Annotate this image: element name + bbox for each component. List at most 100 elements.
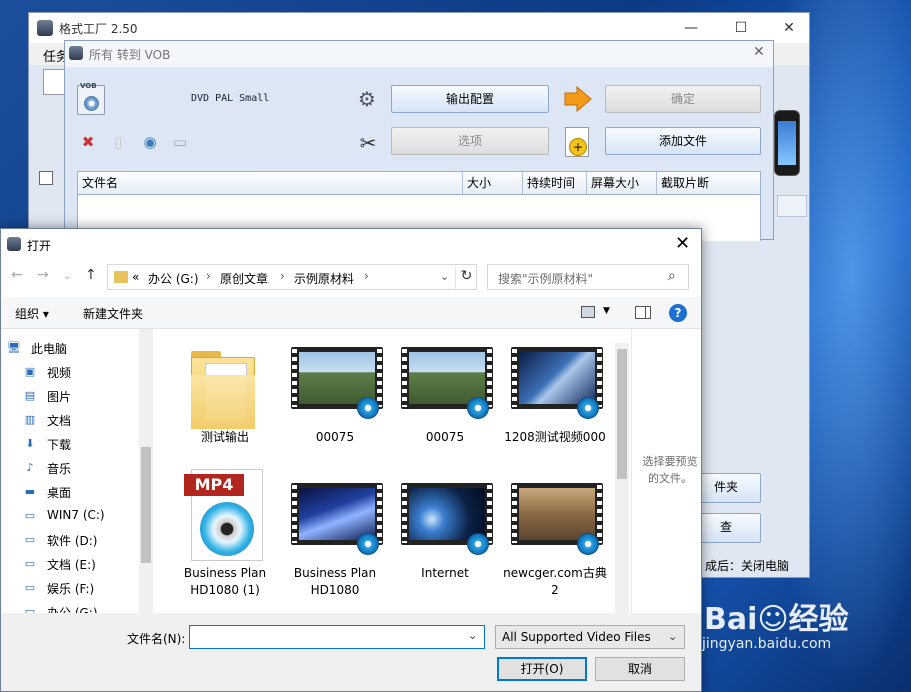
chevron-down-icon[interactable]: ⌄ bbox=[440, 270, 449, 283]
minimize-icon[interactable]: — bbox=[681, 18, 701, 38]
forward-icon[interactable]: → bbox=[37, 267, 49, 283]
dialog-title: 打开 bbox=[27, 239, 52, 253]
file-item[interactable]: 1208测试视频000 bbox=[503, 333, 607, 463]
vob-title-bar: 所有 转到 VOB ✕ bbox=[65, 41, 773, 67]
breadcrumb-current[interactable]: 示例原材料 bbox=[294, 270, 354, 287]
tree-item-label: 下载 bbox=[47, 438, 72, 452]
help-icon[interactable]: ? bbox=[669, 304, 687, 322]
tree-item-label: 娱乐 (F:) bbox=[47, 582, 95, 596]
vob-window-title: 所有 转到 VOB bbox=[89, 48, 171, 62]
tree-item-label: WIN7 (C:) bbox=[47, 508, 105, 522]
view-dropdown-icon[interactable]: ▼ bbox=[603, 306, 610, 316]
tree-item-label: 视频 bbox=[47, 366, 72, 380]
drive-icon: ▭ bbox=[24, 557, 36, 570]
app-icon bbox=[37, 20, 53, 36]
preview-pane: 选择要预览的文件。 bbox=[631, 329, 701, 613]
task-icon[interactable] bbox=[43, 69, 65, 95]
filename-label: 文件名(N): bbox=[127, 632, 186, 646]
file-name: 测试输出 bbox=[200, 430, 249, 444]
organize-button[interactable]: 组织 ▾ bbox=[15, 305, 49, 322]
tree-item-label: 文档 (E:) bbox=[47, 558, 96, 572]
file-item[interactable]: MP4 Business Plan HD1080 (1) bbox=[173, 469, 277, 599]
preview-pane-icon[interactable] bbox=[635, 306, 651, 319]
address-bar[interactable]: « 办公 (G:) › 原创文章 › 示例原材料 › ⌄ bbox=[107, 264, 477, 290]
back-icon[interactable]: ← bbox=[11, 267, 23, 283]
column-filename[interactable]: 文件名 bbox=[78, 172, 462, 194]
app-icon bbox=[69, 46, 83, 60]
column-clip[interactable]: 截取片断 bbox=[656, 172, 762, 194]
phone-image bbox=[774, 110, 800, 176]
recent-dropdown-icon[interactable]: ⌄ bbox=[63, 271, 71, 282]
ok-button[interactable]: 确定 bbox=[605, 85, 761, 113]
file-item[interactable]: Business Plan HD1080 bbox=[283, 469, 387, 599]
close-icon[interactable]: ✕ bbox=[753, 44, 765, 60]
file-type-select[interactable]: All Supported Video Files ⌄ bbox=[495, 625, 685, 649]
column-duration[interactable]: 持续时间 bbox=[522, 172, 586, 194]
search-icon[interactable]: ⌕ bbox=[668, 268, 676, 284]
media-player-badge-icon bbox=[357, 533, 379, 555]
watermark-url: jingyan.baidu.com bbox=[702, 636, 832, 652]
tree-item-label: 音乐 bbox=[47, 462, 72, 476]
view-icon[interactable] bbox=[581, 306, 595, 318]
file-grid-header: 文件名 大小 持续时间 屏幕大小 截取片断 bbox=[77, 171, 761, 195]
add-file-button[interactable]: 添加文件 bbox=[605, 127, 761, 155]
main-window-title: 格式工厂 2.50 bbox=[59, 22, 138, 36]
tree-scrollbar[interactable] bbox=[139, 329, 153, 613]
delete-icon[interactable]: ✖ bbox=[79, 133, 97, 151]
folder-icon bbox=[191, 351, 255, 429]
refresh-icon[interactable]: ↻ bbox=[455, 264, 477, 290]
chevron-right-icon[interactable]: › bbox=[364, 269, 369, 283]
folder-item[interactable]: 测试输出 bbox=[173, 333, 277, 463]
file-name: Internet bbox=[421, 566, 469, 580]
chevron-right-icon[interactable]: › bbox=[206, 269, 211, 283]
tree-item-label: 此电脑 bbox=[31, 342, 68, 356]
preview-text: 选择要预览的文件。 bbox=[642, 455, 698, 485]
file-type-value: All Supported Video Files bbox=[502, 630, 651, 644]
file-item[interactable]: 00075 bbox=[283, 333, 387, 463]
search-input[interactable]: 搜索"示例原材料" ⌕ bbox=[487, 264, 689, 290]
search-placeholder: 搜索"示例原材料" bbox=[498, 272, 594, 286]
tree-item-label: 文档 bbox=[47, 414, 72, 428]
info-icon[interactable]: ▭ bbox=[171, 133, 189, 151]
documents-icon: ▥ bbox=[24, 413, 36, 426]
options-button[interactable]: 选项 bbox=[391, 127, 549, 155]
breadcrumb-folder[interactable]: 原创文章 bbox=[220, 270, 268, 287]
chevron-down-icon[interactable]: ⌄ bbox=[468, 629, 477, 642]
file-name: 00075 bbox=[425, 430, 465, 444]
maximize-icon[interactable]: ☐ bbox=[731, 18, 751, 38]
file-item[interactable]: 00075 bbox=[393, 333, 497, 463]
chevron-down-icon[interactable]: ⌄ bbox=[668, 630, 677, 643]
main-title-bar: 格式工厂 2.50 — ☐ ✕ bbox=[29, 13, 809, 43]
breadcrumb-drive[interactable]: 办公 (G:) bbox=[148, 270, 199, 287]
desktop-icon: ▬ bbox=[24, 485, 36, 498]
file-name: 00075 bbox=[315, 430, 355, 444]
new-folder-button[interactable]: 新建文件夹 bbox=[83, 305, 143, 322]
up-icon[interactable]: ↑ bbox=[85, 267, 97, 283]
pc-icon: 🖥 bbox=[7, 341, 21, 354]
column-screen-size[interactable]: 屏幕大小 bbox=[586, 172, 656, 194]
chevron-right-icon[interactable]: › bbox=[280, 269, 285, 283]
media-player-badge-icon bbox=[577, 397, 599, 419]
breadcrumb-overflow[interactable]: « bbox=[132, 270, 139, 284]
cancel-button[interactable]: 取消 bbox=[595, 657, 685, 681]
filename-input[interactable]: ⌄ bbox=[189, 625, 485, 649]
file-list-scrollbar[interactable] bbox=[615, 343, 629, 613]
play-icon[interactable]: ◉ bbox=[141, 133, 159, 151]
file-item[interactable]: newcger.com古典2 bbox=[503, 469, 607, 599]
clear-icon[interactable]: ▯ bbox=[109, 133, 127, 151]
open-button[interactable]: 打开(O) bbox=[497, 657, 587, 681]
video-icon: ▣ bbox=[24, 365, 36, 378]
navigation-tree: 🖥 此电脑 ▣ 视频 ▤ 图片 ▥ 文档 ⬇ 下载 ♪ 音乐 ▬ 桌面 ▭ WIN7 (C:) ▭ 软件 (D:)… bbox=[1, 329, 153, 620]
media-player-badge-icon bbox=[357, 397, 379, 419]
column-size[interactable]: 大小 bbox=[462, 172, 522, 194]
output-config-button[interactable]: 输出配置 bbox=[391, 85, 549, 113]
file-item[interactable]: Internet bbox=[393, 469, 497, 599]
sidebar-icon[interactable] bbox=[39, 171, 53, 185]
close-icon[interactable]: ✕ bbox=[675, 233, 690, 254]
add-file-icon: + bbox=[565, 127, 589, 157]
watermark-brand: Bai☺经验 bbox=[704, 602, 849, 637]
tree-item-label: 桌面 bbox=[47, 486, 72, 500]
media-player-badge-icon bbox=[577, 533, 599, 555]
close-icon[interactable]: ✕ bbox=[779, 18, 799, 38]
vob-logo-icon: VOB bbox=[77, 82, 105, 115]
